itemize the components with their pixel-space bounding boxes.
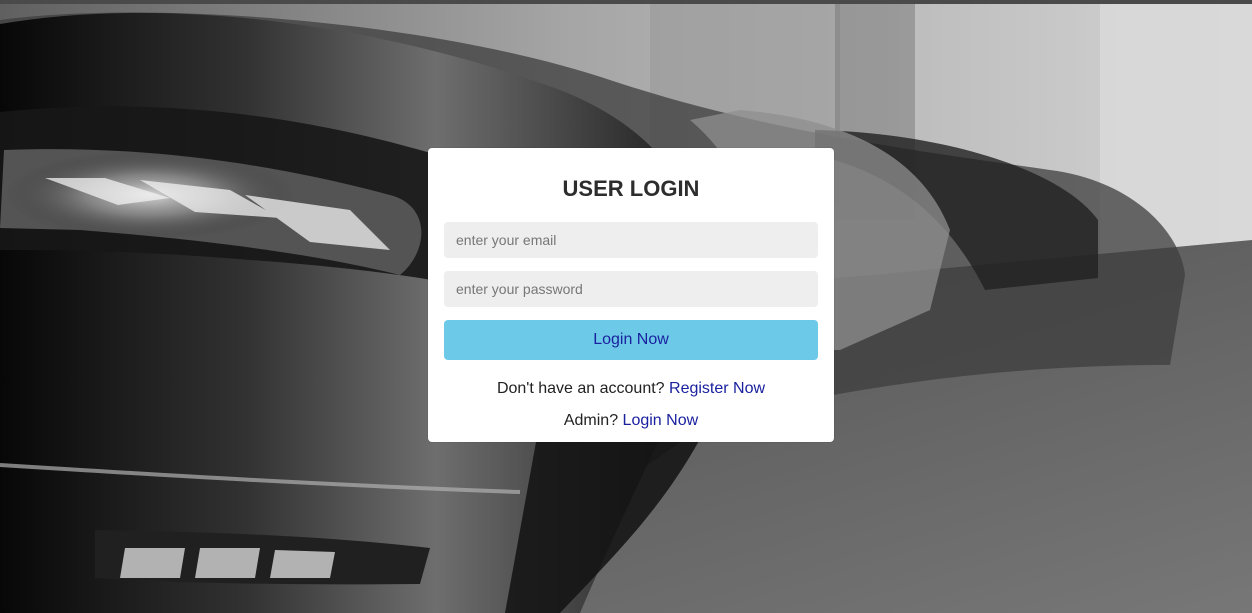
register-now-link[interactable]: Register Now bbox=[669, 380, 765, 397]
admin-login-link[interactable]: Login Now bbox=[623, 412, 699, 429]
login-screen: USER LOGIN Login Now Don't have an accou… bbox=[0, 0, 1252, 613]
fog-lights bbox=[120, 548, 335, 578]
register-prompt-text: Don't have an account? bbox=[496, 380, 665, 397]
password-input[interactable] bbox=[444, 271, 818, 307]
admin-prompt-text: Admin? bbox=[563, 412, 619, 429]
email-input[interactable] bbox=[444, 222, 818, 258]
login-title: USER LOGIN bbox=[562, 176, 700, 201]
register-prompt-row: Don't have an account? Register Now bbox=[444, 377, 818, 401]
login-now-button[interactable]: Login Now bbox=[444, 320, 818, 360]
top-border bbox=[0, 0, 1252, 4]
admin-login-row: Admin? Login Now bbox=[444, 409, 818, 433]
login-card: USER LOGIN Login Now Don't have an accou… bbox=[428, 148, 834, 442]
